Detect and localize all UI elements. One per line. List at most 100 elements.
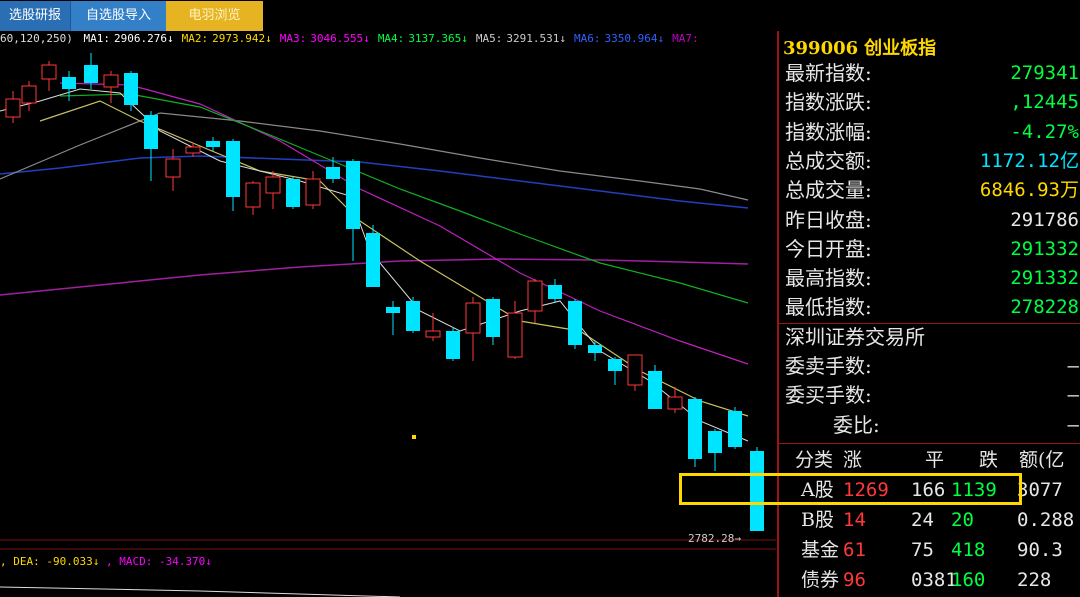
quote-row: 深圳证券交易所 xyxy=(785,323,1080,352)
candle-body xyxy=(165,158,181,178)
quote-value: -4.27% xyxy=(1010,120,1079,143)
table-cell-down: 160 xyxy=(951,569,986,591)
quote-label: 最高指数: xyxy=(785,266,872,291)
table-cell-up: 1269 xyxy=(843,479,889,501)
table-cell-down: 20 xyxy=(951,509,974,531)
table-header-cell: 分类 xyxy=(795,449,834,471)
candle-body xyxy=(286,179,300,207)
quote-value: — xyxy=(1067,384,1079,407)
candle-body xyxy=(124,73,138,105)
table-row: 债券 96 0381 160 228 xyxy=(779,565,1080,595)
candle-body xyxy=(627,354,643,386)
table-header-cell: 跌 xyxy=(979,449,999,471)
ma-legend-item: MA2: 2973.942↓ xyxy=(181,32,272,45)
candle-body xyxy=(346,161,360,229)
candle-body xyxy=(588,345,602,353)
quote-value: 291786 xyxy=(1010,208,1079,231)
candle-body xyxy=(185,146,201,154)
quote-value: — xyxy=(1067,413,1079,436)
quote-row: 指数涨幅: -4.27% xyxy=(785,118,1080,147)
table-header-cell: 涨 xyxy=(843,449,863,471)
quote-value: ,12445 xyxy=(1010,91,1079,114)
quote-value: 291332 xyxy=(1010,267,1079,290)
table-row: A股 1269 166 1139 3077 xyxy=(779,475,1080,505)
divider xyxy=(779,323,1080,324)
candle-body xyxy=(708,431,722,453)
yellow-marker xyxy=(412,435,416,439)
candle-body xyxy=(41,64,57,80)
candlestick-chart[interactable] xyxy=(0,31,776,597)
candle-body xyxy=(527,280,543,312)
candle-body xyxy=(386,307,400,313)
market-breadth-table: 分类涨 平 跌额(亿 A股 1269 166 1139 3077 B股 14 24 20 0.288 基金… xyxy=(779,445,1080,595)
ma-legend-item: MA4: 3137.365↓ xyxy=(377,32,468,45)
quote-label: 深圳证券交易所 xyxy=(785,324,925,349)
macd-value: , MACD: -34.370↓ xyxy=(105,555,212,568)
macd-line xyxy=(0,586,401,597)
divider xyxy=(779,443,1080,444)
table-cell-cat: 基金 xyxy=(801,539,840,561)
ma-line-violet xyxy=(59,82,749,365)
ma-params: 60,120,250) xyxy=(0,32,73,45)
quote-label: 今日开盘: xyxy=(785,236,872,261)
candle-body xyxy=(548,285,562,299)
table-cell-down: 1139 xyxy=(951,479,997,501)
quote-row: 最高指数: 291332 xyxy=(785,264,1080,293)
candle-body xyxy=(62,77,76,89)
ma-line-gray xyxy=(0,112,749,201)
index-code: 399006 xyxy=(783,38,859,59)
candles-group xyxy=(5,53,764,531)
quote-label: 最新指数: xyxy=(785,61,872,85)
table-cell-flat: 24 xyxy=(911,509,934,531)
quote-value: 6846.93万 xyxy=(979,179,1079,202)
tab-import-watchlist[interactable]: 自选股导入 xyxy=(70,1,166,31)
candle-body xyxy=(245,182,261,208)
ma-legend-item: MA5: 3291.531↓ xyxy=(475,32,567,45)
dea-value: , DEA: -90.033↓ xyxy=(0,555,100,568)
quote-label: 指数涨幅: xyxy=(785,119,872,144)
candle-body xyxy=(103,74,119,88)
quote-row: 最低指数: 278228 xyxy=(785,293,1080,322)
candle-body xyxy=(5,98,21,118)
quote-row: 委买手数: — xyxy=(785,381,1080,410)
candle-body xyxy=(144,115,158,149)
quote-value: 1172.12亿 xyxy=(979,149,1079,172)
quote-value: 279341 xyxy=(1010,62,1079,84)
table-cell-amt: 90.3 xyxy=(1017,539,1063,561)
candle-body xyxy=(568,301,582,345)
ma-line-green xyxy=(59,93,749,304)
table-cell-flat: 75 xyxy=(911,539,934,561)
candle-body xyxy=(750,451,764,531)
quote-row: 今日开盘: 291332 xyxy=(785,235,1080,264)
quote-label: 委买手数: xyxy=(785,383,872,408)
ma-legend: 60,120,250) MA1: 2906.276↓ MA2: 2973.942↓ MA… xyxy=(0,32,715,47)
quote-value: 278228 xyxy=(1010,296,1079,319)
quote-row: 昨日收盘: 291786 xyxy=(785,206,1080,235)
table-cell-flat: 166 xyxy=(911,479,946,501)
candle-body xyxy=(728,411,742,447)
candle-body xyxy=(446,331,460,359)
quote-label: 最低指数: xyxy=(785,295,872,320)
index-title: 399006 创业板指 xyxy=(783,34,936,60)
ma-legend-item: MA1: 2906.276↓ xyxy=(83,32,174,45)
candle-body xyxy=(265,176,281,194)
quote-row: 最新指数: 279341 xyxy=(785,59,1080,88)
candle-body xyxy=(507,312,523,358)
ma-legend-item: MA3: 3046.555↓ xyxy=(279,32,370,45)
quote-label: 委卖手数: xyxy=(785,354,872,378)
ma-legend-item: MA6: 3350.964↓ xyxy=(574,32,665,45)
table-row: 基金 61 75 418 90.3 xyxy=(779,535,1080,565)
quote-value: — xyxy=(1067,355,1079,377)
table-cell-cat: 债券 xyxy=(801,569,840,591)
table-header-cell: 平 xyxy=(925,449,945,471)
table-cell-amt: 0.288 xyxy=(1017,509,1075,531)
tab-browser[interactable]: 电羽浏览 xyxy=(166,1,263,31)
index-name: 创业板指 xyxy=(864,38,937,59)
quote-label: 昨日收盘: xyxy=(785,207,872,232)
quote-row: 委卖手数: — xyxy=(785,352,1080,381)
tab-stock-research[interactable]: 选股研报 xyxy=(0,1,70,31)
quote-panel: 399006 创业板指 最新指数: 279341 指数涨跌: ,12445 指数涨幅: -4… xyxy=(777,31,1080,597)
quote-row: 总成交额: 1172.12亿 xyxy=(785,147,1080,176)
table-cell-amt: 3077 xyxy=(1017,479,1063,501)
ma-line-blue xyxy=(0,155,749,209)
